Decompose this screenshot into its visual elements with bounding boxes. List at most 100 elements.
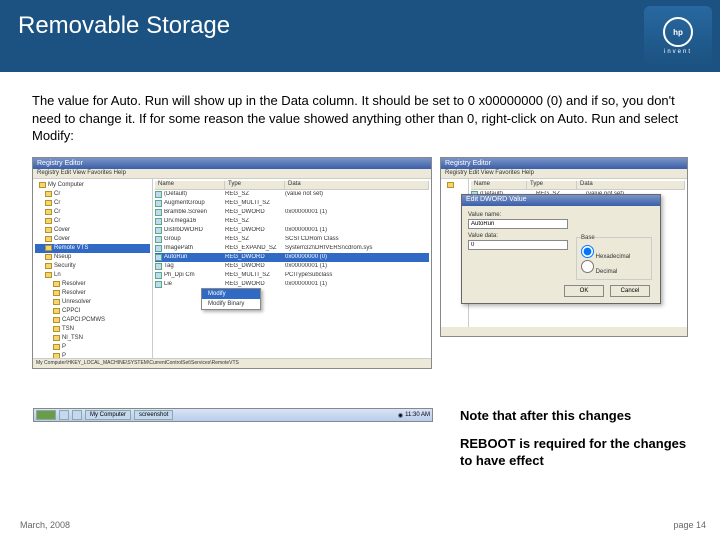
folder-icon [39,182,46,188]
col-data: Data [285,181,429,189]
taskbar-item[interactable] [59,410,69,420]
page-number: page 14 [673,520,706,530]
value-icon [155,200,162,207]
tree-item[interactable]: Ln [35,271,150,280]
edit-dword-dialog: Edit DWORD Value Value name: Value data:… [461,194,661,304]
ctx-modify-binary[interactable]: Modify Binary [202,299,260,309]
cancel-button[interactable]: Cancel [610,285,650,297]
tree-item[interactable]: Resolver [35,289,150,298]
folder-icon [45,263,52,269]
tree-item[interactable]: Security [35,262,150,271]
tree-item[interactable]: Cr [35,208,150,217]
tree-item[interactable]: Nl_TSN [35,334,150,343]
col-name: Name [471,181,527,189]
slide-header: Removable Storage hp invent [0,0,720,72]
note-line-2: REBOOT is required for the changes to ha… [460,435,690,470]
clock: 11:30 AM [405,412,430,418]
tree-item[interactable] [443,181,466,190]
folder-icon [53,335,60,341]
tree-item[interactable]: Cr [35,199,150,208]
menu-bar[interactable]: Registry Edit View Favorites Help [441,169,687,179]
registry-value-row[interactable]: Drv.mega16REG_SZ [155,217,429,226]
value-icon [155,263,162,270]
registry-value-row[interactable]: GroupREG_SZSCSI CDRom Class [155,235,429,244]
value-icon [155,218,162,225]
folder-icon [53,299,60,305]
tree-item[interactable]: CAPCI:PCMWS [35,316,150,325]
hex-radio[interactable] [581,245,594,258]
tree-item[interactable]: My Computer [35,181,150,190]
tree-item[interactable]: Cr [35,217,150,226]
registry-value-row[interactable]: (Default)REG_SZ(value not set) [155,190,429,199]
screenshots-row: Registry Editor Registry Edit View Favor… [32,157,688,369]
folder-icon [45,254,52,260]
tree-item[interactable]: Cover [35,235,150,244]
folder-icon [53,290,60,296]
registry-editor-left: Registry Editor Registry Edit View Favor… [32,157,432,369]
value-icon [155,191,162,198]
value-icon [155,272,162,279]
registry-value-row[interactable]: Ph_Dpi CmREG_MULTI_SZPCITypeSubclass [155,271,429,280]
tree-item[interactable]: Unresolver [35,298,150,307]
dec-radio[interactable] [581,260,594,273]
base-label: Base [581,235,595,241]
folder-icon [53,344,60,350]
tree-item[interactable]: TSN [35,325,150,334]
content-area: The value for Auto. Run will show up in … [0,72,720,369]
value-data-field[interactable] [468,240,568,250]
value-icon [155,245,162,252]
list-header: Name Type Data [471,181,685,190]
folder-icon [45,218,52,224]
folder-icon [53,326,60,332]
tree-item[interactable]: Cr [35,190,150,199]
tree-item[interactable]: P [35,343,150,352]
window-title: Registry Editor [441,158,687,169]
tree-item[interactable]: Cover [35,226,150,235]
value-icon [155,209,162,216]
registry-value-row[interactable]: TagREG_DWORD0x00000001 (1) [155,262,429,271]
taskbar[interactable]: My Computer screenshot ◉ 11:30 AM [33,408,433,422]
ctx-modify[interactable]: Modify [202,289,260,299]
registry-value-row[interactable]: AutoRunREG_DWORD0x00000000 (0) [155,253,429,262]
folder-icon [45,191,52,197]
status-bar: My Computer\HKEY_LOCAL_MACHINE\SYSTEM\Cu… [33,358,431,368]
registry-value-row[interactable]: DistrbDWORDREG_DWORD0x00000001 (1) [155,226,429,235]
value-data-label: Value data: [468,233,568,239]
note-block: Note that after this changes REBOOT is r… [460,407,690,480]
taskbar-item[interactable]: My Computer [85,410,131,420]
registry-value-row[interactable]: LieREG_DWORD0x00000001 (1) [155,280,429,289]
tree-item[interactable]: Remote VTS [35,244,150,253]
context-menu[interactable]: Modify Modify Binary [201,288,261,310]
hp-logo-subtext: invent [664,49,692,55]
instruction-paragraph: The value for Auto. Run will show up in … [32,92,688,145]
registry-value-row[interactable]: ImagePathREG_EXPAND_SZSystem32\\DRIVERS\… [155,244,429,253]
registry-value-row[interactable]: Bramble.ScreenREG_DWORD0x00000001 (1) [155,208,429,217]
tree-item[interactable]: CPPCI [35,307,150,316]
registry-value-row[interactable]: AugmentGroupREG_MULTI_SZ [155,199,429,208]
registry-editor-right: Registry Editor Registry Edit View Favor… [440,157,688,337]
system-tray[interactable]: ◉ 11:30 AM [398,412,430,419]
start-button[interactable] [36,410,56,420]
slide-title: Removable Storage [18,12,230,40]
base-radio-group: Base Hexadecimal Decimal [576,235,652,280]
folder-icon [53,281,60,287]
tray-icon[interactable]: ◉ [398,412,403,419]
registry-list[interactable]: Name Type Data (Default)REG_SZ(value not… [153,179,431,359]
registry-body: My ComputerCrCrCrCrCoverCoverRemote VTSN… [33,179,431,359]
folder-icon [45,245,52,251]
taskbar-item[interactable] [72,410,82,420]
note-line-1: Note that after this changes [460,407,690,425]
tree-item[interactable]: Resolver [35,280,150,289]
folder-icon [45,200,52,206]
registry-tree[interactable]: My ComputerCrCrCrCrCoverCoverRemote VTSN… [33,179,153,359]
folder-icon [45,236,52,242]
ok-button[interactable]: OK [564,285,604,297]
folder-icon [447,182,454,188]
value-icon [155,281,162,288]
folder-icon [53,308,60,314]
menu-bar[interactable]: Registry Edit View Favorites Help [33,169,431,179]
folder-icon [45,227,52,233]
tree-item[interactable]: Nseup [35,253,150,262]
hp-logo: hp invent [644,6,712,66]
taskbar-item[interactable]: screenshot [134,410,173,420]
